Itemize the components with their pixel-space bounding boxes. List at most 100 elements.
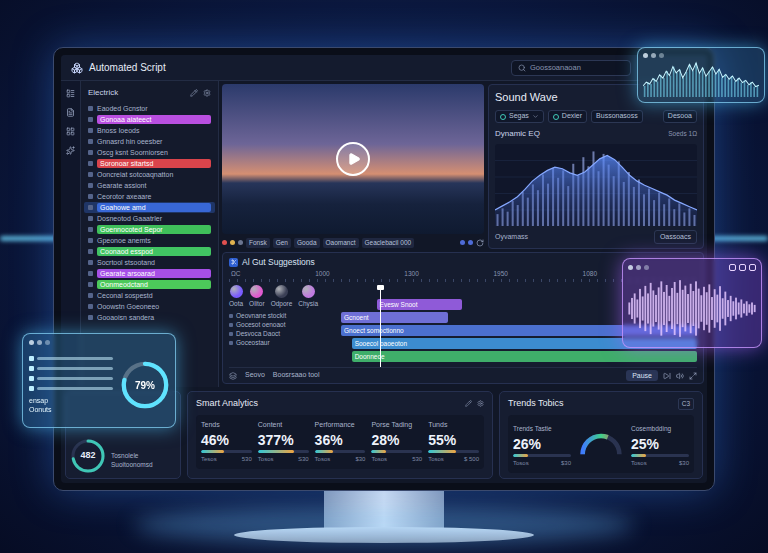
window-dot[interactable]: [37, 340, 42, 345]
control-dot[interactable]: [468, 240, 473, 245]
item-icon: [88, 304, 93, 309]
swatch[interactable]: Oota: [229, 285, 243, 309]
control-dot[interactable]: [222, 240, 227, 245]
track-clip[interactable]: Gcnoent: [341, 312, 448, 323]
list-row[interactable]: [29, 366, 113, 371]
selector-dropdown[interactable]: Segas: [495, 110, 544, 123]
floating-wave-window[interactable]: [622, 258, 762, 348]
clip-icon: [229, 341, 233, 345]
window-dot[interactable]: [628, 265, 633, 270]
window-dot[interactable]: [643, 53, 648, 58]
control-dot[interactable]: [460, 240, 465, 245]
control-dot[interactable]: [238, 240, 243, 245]
window-dot[interactable]: [29, 340, 34, 345]
track-clip[interactable]: Evesw Snoot: [377, 299, 462, 310]
grid-icon[interactable]: [66, 127, 75, 136]
item-icon: [88, 271, 93, 276]
window-button[interactable]: [739, 264, 746, 271]
sidebar-item[interactable]: Socrtool stsootand: [84, 257, 215, 268]
window-dot[interactable]: [45, 340, 50, 345]
swatch[interactable]: Odpore: [271, 285, 293, 309]
window-dot[interactable]: [636, 265, 641, 270]
sidebar-item[interactable]: Ceconal sospestd: [84, 290, 215, 301]
footer-tool[interactable]: Seovo: [245, 370, 265, 381]
sidebar-item[interactable]: Goahowe amd: [84, 202, 215, 213]
item-icon: [88, 249, 93, 254]
list-row[interactable]: [29, 376, 113, 381]
clip-label[interactable]: Gocesot oenoaot: [229, 321, 337, 330]
window-dot[interactable]: [651, 53, 656, 58]
selector-button[interactable]: Bussonasoss: [591, 110, 643, 123]
play-button[interactable]: [336, 142, 370, 176]
window-dot[interactable]: [644, 265, 649, 270]
video-preview[interactable]: [222, 84, 484, 234]
control-button[interactable]: Gooda: [294, 238, 320, 248]
control-dot[interactable]: [230, 240, 235, 245]
sidebar-item[interactable]: Dosneotod Gaaatrler: [84, 213, 215, 224]
control-button[interactable]: Oaomanct: [323, 238, 359, 248]
sidebar-item[interactable]: Ooncreiat sotcoaqnatton: [84, 169, 215, 180]
sidebar-item[interactable]: Eaoded Gcnstor: [84, 103, 215, 114]
sidebar-item[interactable]: Gonoaa aiateect: [84, 114, 215, 125]
control-button[interactable]: Gen: [273, 238, 291, 248]
search-field[interactable]: Goossoanaoan: [511, 60, 631, 76]
window-dot[interactable]: [659, 53, 664, 58]
clip-label[interactable]: Desvoca Daoct: [229, 330, 337, 339]
swatch[interactable]: Olitor: [249, 285, 265, 309]
sidebar-item[interactable]: Gpeonoe anemts: [84, 235, 215, 246]
track-clip[interactable]: Doonneoe: [352, 351, 697, 362]
wave-bar: [690, 284, 692, 333]
floating-progress-window[interactable]: ensapOonuts79%: [22, 333, 176, 428]
edit-icon[interactable]: [190, 89, 198, 97]
refresh-icon[interactable]: [476, 239, 484, 247]
footer-tool[interactable]: Boosrsaao tool: [273, 370, 320, 381]
app-logo-icon[interactable]: [71, 62, 83, 74]
playhead[interactable]: [380, 285, 381, 367]
sidebar-item[interactable]: Gearate assiont: [84, 180, 215, 191]
swatch[interactable]: Chysia: [298, 285, 318, 309]
edit-icon[interactable]: [465, 400, 472, 407]
sidebar-item[interactable]: Gnnasrd hin oeesber: [84, 136, 215, 147]
control-button[interactable]: Geaclebacil 000: [362, 238, 415, 248]
waveform: [628, 275, 756, 342]
sidebar-item[interactable]: Gooaoisn sandera: [84, 312, 215, 323]
playhead-handle[interactable]: [377, 285, 384, 290]
sidebar-item[interactable]: Oonmeodctand: [84, 279, 215, 290]
sidebar-item[interactable]: Oscg ksnt Soorniorsen: [84, 147, 215, 158]
item-icon: [88, 260, 93, 265]
skip-icon[interactable]: [663, 372, 671, 380]
floating-eq-window[interactable]: [637, 47, 765, 103]
list-row[interactable]: [29, 356, 113, 361]
volume-icon[interactable]: [676, 372, 684, 380]
selector-toggle[interactable]: Dexier: [548, 110, 587, 123]
window-button[interactable]: [749, 264, 756, 271]
row-icon: [29, 356, 34, 361]
play-icon: [347, 152, 361, 166]
sidebar-header: Electrick: [84, 85, 215, 101]
sidebar-item[interactable]: Coonaod esspod: [84, 246, 215, 257]
item-label: Gpeonoe anemts: [97, 236, 151, 245]
fullscreen-icon[interactable]: [689, 372, 697, 380]
clip-label[interactable]: Goceostaur: [229, 339, 337, 348]
item-icon: [88, 183, 93, 188]
control-button[interactable]: Fonsk: [246, 238, 270, 248]
window-button[interactable]: [729, 264, 736, 271]
pause-button[interactable]: Pause: [626, 370, 658, 381]
sidebar-item[interactable]: Ceorotor axeaare: [84, 191, 215, 202]
mini-line: Suoitoonomsd: [111, 460, 153, 469]
sidebar-item[interactable]: Bnoss Ioeods: [84, 125, 215, 136]
list-row[interactable]: [29, 386, 113, 391]
list-icon[interactable]: [66, 89, 75, 98]
gear-icon[interactable]: [477, 400, 484, 407]
sparkles-icon[interactable]: [66, 146, 75, 155]
gear-icon[interactable]: [203, 89, 211, 97]
sidebar-item[interactable]: Goennocoted Sepor: [84, 224, 215, 235]
clip-label[interactable]: Oeovnane stockit: [229, 312, 337, 321]
footer-button[interactable]: Oassoacs: [654, 230, 697, 244]
sidebar-item[interactable]: Gearate arsoarad: [84, 268, 215, 279]
layers-icon[interactable]: [229, 372, 237, 380]
selector-button[interactable]: Desooa: [663, 110, 697, 123]
document-icon[interactable]: [66, 108, 75, 117]
sidebar-item[interactable]: Soronoar sitartsd: [84, 158, 215, 169]
sidebar-item[interactable]: Ooowstn Goeoneeo: [84, 301, 215, 312]
